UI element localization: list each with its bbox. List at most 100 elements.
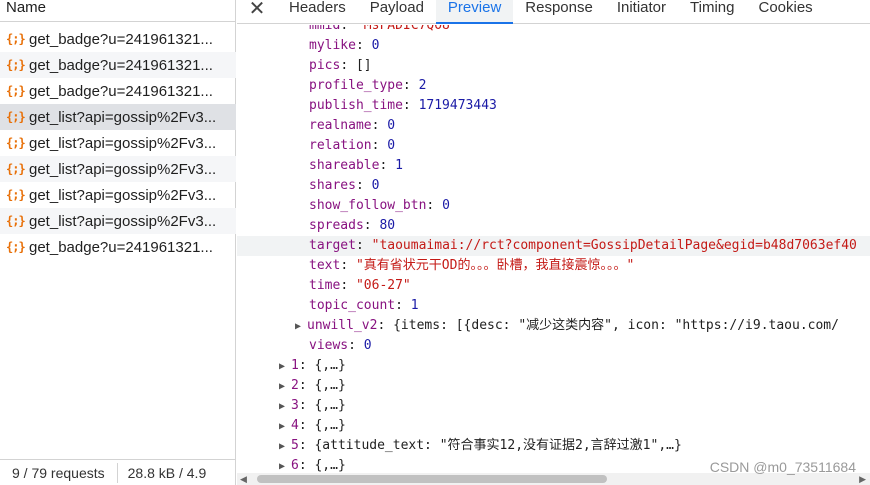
status-bar: 9 / 79 requests 28.8 kB / 4.9 [0,459,236,485]
tree-row: spreads: 80 [309,218,396,233]
tree-value: 80 [379,218,396,233]
tree-key: profile_type [309,78,403,93]
request-name: get_list?api=gossip%2Fv3... [29,186,217,204]
request-row[interactable]: {;} get_list?api=gossip%2Fv3... [0,208,236,234]
json-icon: {;} [6,32,26,46]
tree-value: 0 [387,118,396,133]
request-count: 9 / 79 requests [12,464,105,481]
tree-key: 6 [291,458,299,473]
tree-value: "真有省状元干OD的。。。卧槽，我直接震惊。。。" [355,258,635,273]
watermark: CSDN @m0_73511684 [709,459,856,475]
tree-value: 1 [395,158,403,173]
expand-triangle-icon[interactable]: ▶ [279,377,291,397]
tree-row-collapsed[interactable]: ▶ 2: {,…} [279,376,346,396]
tree-row: views: 0 [309,338,372,353]
tree-row: pics: [] [309,58,372,73]
tab-preview[interactable]: Preview [435,0,514,24]
request-row[interactable]: {;} get_badge?u=241961321... [0,52,236,78]
scroll-right-icon[interactable]: ▶ [859,473,866,485]
tree-key: shareable [309,158,380,173]
transfer-size: 28.8 kB / 4.9 [127,464,207,481]
tree-key: views [309,338,349,353]
tree-row-collapsed[interactable]: ▶ 3: {,…} [279,396,346,416]
tree-row: time: "06-27" [309,278,411,293]
name-column-header[interactable]: Name [0,0,236,22]
expand-triangle-icon[interactable]: ▶ [279,357,291,377]
request-row[interactable]: {;} get_badge?u=241961321... [0,78,236,104]
tree-value: 0 [371,178,380,193]
tree-row-hovered[interactable]: target: "taoumaimai://rct?component=Goss… [237,236,870,256]
tree-value: 0 [387,138,396,153]
tree-key: spreads [309,218,364,233]
scrollbar-thumb[interactable] [257,475,607,483]
tree-value: {,…} [314,458,346,473]
tree-value: {,…} [314,398,346,413]
tree-row-collapsed[interactable]: ▶ unwill_v2: {items: [{desc: "减少这类内容", ic… [295,316,839,336]
request-row[interactable]: {;} get_list?api=gossip%2Fv3... [0,156,236,182]
close-icon[interactable]: ✕ [237,0,277,21]
request-row[interactable]: {;} get_list?api=gossip%2Fv3... [0,182,236,208]
scroll-left-icon[interactable]: ◀ [240,473,247,485]
request-list-panel: Name {;} get_badge?u=241961321... {;} get_… [0,0,236,485]
tree-row: shareable: 1 [309,158,403,173]
tree-value: {,…} [314,358,346,373]
expand-triangle-icon[interactable]: ▶ [279,417,291,437]
request-name: get_list?api=gossip%2Fv3... [29,160,217,178]
tree-key: unwill_v2 [307,318,378,333]
tree-value: 1719473443 [418,98,497,113]
expand-triangle-icon[interactable]: ▶ [295,317,307,337]
request-name: get_badge?u=241961321... [29,238,213,256]
request-row-selected[interactable]: {;} get_list?api=gossip%2Fv3... [0,104,236,130]
request-name: get_list?api=gossip%2Fv3... [29,212,217,230]
json-icon: {;} [6,162,26,176]
tab-response[interactable]: Response [513,0,605,24]
tree-key: relation [309,138,372,153]
tree-key: 2 [291,378,299,393]
request-row[interactable]: {;} get_list?api=gossip%2Fv3... [0,130,236,156]
tree-row: text: "真有省状元干OD的。。。卧槽，我直接震惊。。。" [309,258,635,273]
tree-key: 4 [291,418,299,433]
tab-timing[interactable]: Timing [678,0,746,24]
expand-triangle-icon[interactable]: ▶ [279,437,291,457]
tab-headers[interactable]: Headers [277,0,358,24]
tree-key: text [309,258,341,273]
request-row[interactable]: {;} get_badge?u=241961321... [0,234,236,260]
tab-payload[interactable]: Payload [358,0,436,24]
tree-value: {,…} [314,378,346,393]
tree-row: mylike: 0 [309,38,380,53]
tree-value: 2 [418,78,427,93]
tree-row: show_follow_btn: 0 [309,198,450,213]
tree-key: 5 [291,438,299,453]
json-icon: {;} [6,240,26,254]
request-row[interactable]: {;} get_badge?u=241961321... [0,26,236,52]
request-name: get_list?api=gossip%2Fv3... [29,134,217,152]
tree-value: 0 [371,38,380,53]
tree-key: pics [309,58,341,73]
tab-cookies[interactable]: Cookies [746,0,824,24]
request-name: get_list?api=gossip%2Fv3... [29,108,217,126]
tree-value: [] [355,58,372,73]
tree-row: relation: 0 [309,138,396,153]
tree-key: 1 [291,358,299,373]
tree-key: realname [309,118,372,133]
tree-row: profile_type: 2 [309,78,427,93]
tree-key: shares [309,178,356,193]
preview-panel: ✕ Headers Payload Preview Response Initi… [237,0,870,485]
detail-tab-bar: ✕ Headers Payload Preview Response Initi… [237,0,870,24]
tree-row-collapsed[interactable]: ▶ 4: {,…} [279,416,346,436]
tree-row-collapsed[interactable]: ▶ 1: {,…} [279,356,346,376]
tree-key: mylike [309,38,356,53]
tree-value: {,…} [314,418,346,433]
expand-triangle-icon[interactable]: ▶ [279,397,291,417]
tree-value: "taoumaimai://rct?component=GossipDetail… [371,238,857,253]
request-name: get_badge?u=241961321... [29,56,213,74]
tree-value: {attitude_text: "符合事实12,没有证据2,言辞过激1",…} [314,438,682,453]
tab-initiator[interactable]: Initiator [605,0,678,24]
tree-row-collapsed[interactable]: ▶ 5: {attitude_text: "符合事实12,没有证据2,言辞过激1"… [279,436,682,456]
tree-key: time [309,278,341,293]
tree-row: topic_count: 1 [309,298,419,313]
tree-value: 0 [442,198,450,213]
request-list: {;} get_badge?u=241961321... {;} get_badge… [0,26,236,260]
tree-key: 3 [291,398,299,413]
tree-value: 0 [363,338,372,353]
